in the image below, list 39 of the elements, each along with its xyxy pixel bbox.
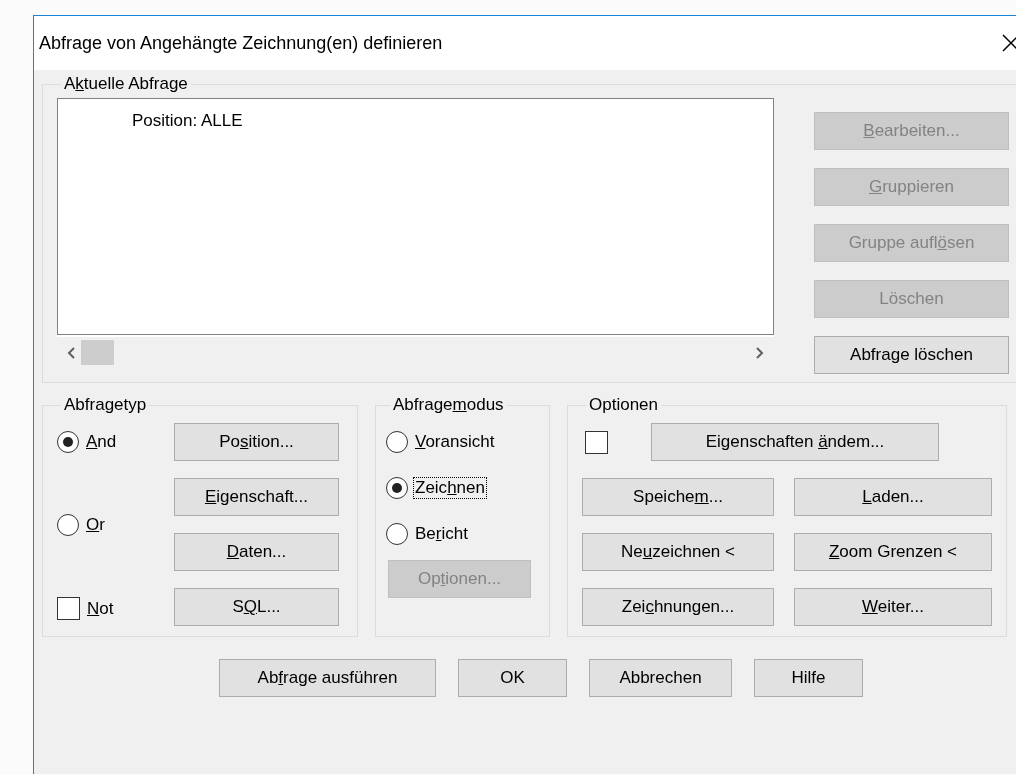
- scroll-right-icon[interactable]: [756, 346, 764, 359]
- radio-button[interactable]: [386, 477, 408, 499]
- change-properties-button[interactable]: Eigenschaften ändem...: [651, 423, 939, 461]
- radio-button[interactable]: [57, 431, 79, 453]
- option-button[interactable]: Neuzeichnen <: [582, 533, 774, 571]
- option-button[interactable]: Zeichnungen...: [582, 588, 774, 626]
- query-action-button[interactable]: Abfrage löschen: [814, 336, 1009, 374]
- option-button[interactable]: Weiter...: [794, 588, 992, 626]
- radio-button[interactable]: [57, 514, 79, 536]
- group-label: Aktuelle Abfrage: [63, 74, 189, 94]
- dialog-button[interactable]: Abbrechen: [589, 659, 732, 697]
- scroll-left-icon[interactable]: [67, 346, 75, 359]
- option-button[interactable]: Laden...: [794, 478, 992, 516]
- dialog-button[interactable]: OK: [458, 659, 567, 697]
- checkbox[interactable]: [585, 430, 608, 454]
- query-type-button[interactable]: Daten...: [174, 533, 339, 571]
- radio-label[interactable]: Zeichnen: [413, 477, 487, 499]
- query-type-button[interactable]: Position...: [174, 423, 339, 461]
- group-label: Abfragetyp: [63, 395, 148, 415]
- radio-button[interactable]: [386, 431, 408, 453]
- dialog-button[interactable]: Hilfe: [754, 659, 863, 697]
- group-label: Abfragemodus: [392, 395, 505, 415]
- scroll-thumb[interactable]: [81, 340, 114, 365]
- option-button[interactable]: Speichem...: [582, 478, 774, 516]
- radio-label[interactable]: Or: [84, 514, 107, 536]
- query-type-button[interactable]: SQL...: [174, 588, 339, 626]
- group-label: Optionen: [588, 395, 659, 415]
- checkbox[interactable]: [57, 597, 80, 620]
- radio-label[interactable]: And: [84, 431, 119, 453]
- close-icon[interactable]: [1002, 34, 1016, 52]
- radio-button[interactable]: [386, 523, 408, 545]
- window-title: Abfrage von Angehängte Zeichnung(en) definieren: [39, 32, 443, 54]
- query-type-button[interactable]: Eigenschaft...: [174, 478, 339, 516]
- option-button[interactable]: Zoom Grenzen <: [794, 533, 992, 571]
- radio-label[interactable]: Voransicht: [413, 431, 497, 453]
- query-line[interactable]: Position: ALLE: [132, 111, 773, 131]
- dialog-button[interactable]: Abfrage ausführen: [219, 659, 436, 697]
- radio-label[interactable]: Bericht: [413, 523, 470, 545]
- checkbox-label[interactable]: Not: [85, 597, 116, 620]
